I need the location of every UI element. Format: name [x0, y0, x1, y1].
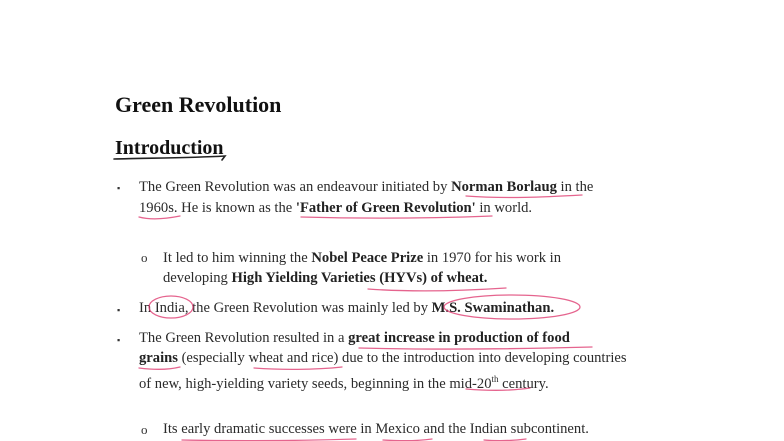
india-term: India [154, 300, 185, 316]
1960s-term: 1960s [139, 200, 174, 216]
square-bullet-marker: ▪ [117, 305, 121, 315]
sub-bullet-2-line: Its early dramatic successes were in Mex… [163, 421, 589, 437]
page-title: Green Revolution [115, 92, 282, 117]
wheat-and-rice-term: wheat and rice [248, 350, 334, 366]
bullet-2-line: In India, the Green Revolution was mainl… [139, 300, 555, 316]
bullet-3-line-2: grains (especially wheat and rice) due t… [139, 350, 627, 366]
sub-bullet-1-line-1: It led to him winning the Nobel Peace Pr… [163, 250, 562, 266]
bullet-3-line-1: The Green Revolution resulted in a great… [139, 330, 570, 346]
early-successes-underline [181, 438, 357, 441]
great-increase-term: great increase in production of food [348, 330, 570, 346]
bullet-3-line-3: of new, high-yielding variety seeds, beg… [139, 374, 549, 392]
mexico-underline [382, 438, 433, 441]
bullet-1-line-1: The Green Revolution was an endeavour in… [139, 179, 594, 195]
hyv-wheat-term: High Yielding Varieties (HYVs) of wheat. [231, 270, 488, 286]
indian-underline [483, 438, 527, 441]
hyv-underline [367, 287, 507, 292]
square-bullet-marker: ▪ [117, 335, 121, 345]
mid-20th-term: mid-20 [449, 375, 492, 392]
sub-bullet-1-line-2: developing High Yielding Varieties (HYVs… [163, 270, 488, 286]
square-bullet-marker: ▪ [117, 183, 121, 193]
nobel-peace-prize-term: Nobel Peace Prize [311, 250, 424, 266]
document-page: Green Revolution Introduction ▪ The Gree… [0, 0, 784, 441]
bullet-1-line-2: 1960s. He is known as the 'Father of Gre… [139, 200, 533, 216]
grains-term: grains [139, 350, 178, 366]
section-heading: Introduction [115, 137, 224, 159]
circle-bullet-marker: o [141, 422, 148, 437]
ms-swaminathan-term: M.S. Swaminathan. [431, 300, 555, 316]
norman-borlaug-term: Norman Borlaug [451, 179, 557, 195]
circle-bullet-marker: o [141, 250, 148, 265]
father-of-green-revolution-term: 'Father of Green Revolution' [295, 200, 476, 216]
